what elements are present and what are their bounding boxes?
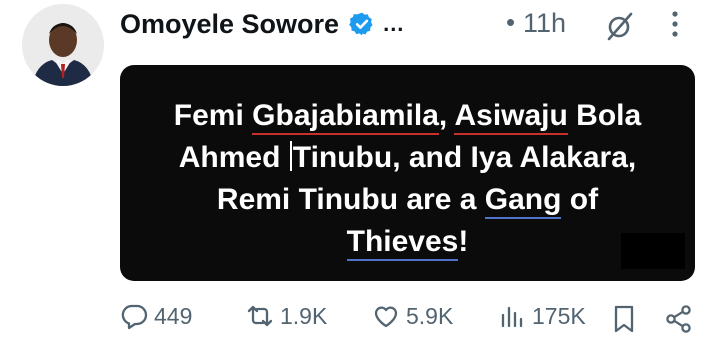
repost-button[interactable]: 1.9K: [246, 302, 327, 330]
reply-button[interactable]: 449: [120, 302, 192, 330]
bookmark-icon[interactable]: [610, 304, 638, 334]
avatar[interactable]: [22, 4, 104, 86]
action-bar: 449 1.9K 5.9K 175K: [120, 302, 700, 338]
post-time[interactable]: 11h: [523, 8, 566, 39]
like-button[interactable]: 5.9K: [372, 302, 453, 330]
text-run: !: [458, 225, 469, 258]
more-options-icon[interactable]: [670, 9, 680, 39]
text-run: Remi Tinubu are a: [216, 183, 485, 216]
reply-count: 449: [154, 302, 193, 329]
underlined-word: Thieves: [346, 225, 459, 261]
text-run: of: [561, 183, 599, 216]
views-icon: [501, 306, 523, 328]
underlined-name: Gbajabiamila: [252, 99, 439, 135]
name-truncation: ...: [383, 11, 405, 36]
like-icon: [374, 306, 398, 328]
post-image-card[interactable]: Femi Gbajabiamila, Asiwaju Bola Ahmed Ti…: [120, 65, 695, 281]
views-button[interactable]: 175K: [498, 302, 586, 330]
mute-icon[interactable]: [604, 10, 636, 42]
time-separator: •: [506, 7, 516, 37]
underlined-name: Asiwaju: [454, 99, 568, 135]
text-run: ,: [438, 99, 455, 132]
quote-line: Thieves!: [120, 221, 695, 263]
quote-line: Femi Gbajabiamila, Asiwaju Bola: [120, 95, 695, 137]
views-count: 175K: [532, 302, 586, 329]
share-icon[interactable]: [664, 304, 694, 334]
quote-line: Remi Tinubu are a Gang of: [120, 179, 695, 221]
quote-line: Ahmed Tinubu, and Iya Alakara,: [120, 137, 695, 179]
repost-count: 1.9K: [280, 302, 328, 329]
verified-badge-icon: [349, 12, 373, 36]
text-run: Femi: [173, 99, 253, 132]
text-run: Bola: [567, 99, 642, 132]
reply-icon: [121, 304, 148, 330]
quote-text: Femi Gbajabiamila, Asiwaju Bola Ahmed Ti…: [120, 95, 695, 263]
text-cursor: [289, 141, 292, 171]
author-name[interactable]: Omoyele Sowore: [120, 9, 339, 40]
avatar-image: [22, 4, 104, 86]
underlined-word: Gang: [484, 183, 562, 219]
redaction-block: [621, 233, 685, 269]
post-header: Omoyele Sowore ...: [120, 4, 404, 44]
text-run: Ahmed: [178, 141, 289, 174]
repost-icon: [247, 305, 273, 327]
like-count: 5.9K: [406, 302, 454, 329]
text-run: Tinubu, and Iya Alakara,: [292, 141, 637, 174]
